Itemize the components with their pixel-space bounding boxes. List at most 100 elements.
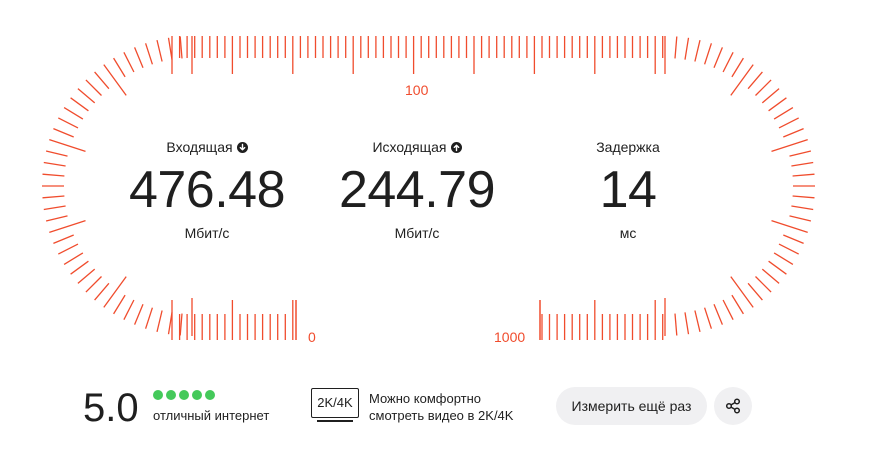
rating-dots (153, 390, 215, 400)
scale-tick (755, 79, 772, 96)
tv-4k-icon: 2K/4K (311, 388, 359, 424)
scale-tick (77, 268, 96, 284)
rating-dot (153, 390, 163, 400)
scale-tick (731, 57, 744, 78)
scale-tick (703, 43, 713, 65)
scale-tick (113, 57, 126, 78)
scale-tick (694, 310, 701, 333)
scale-tick (49, 219, 86, 234)
latency-value: 14 (599, 161, 657, 219)
scale-tick (133, 47, 144, 68)
scale-tick (94, 71, 110, 90)
scale-label-1000: 1000 (494, 329, 526, 345)
scale-label-0: 0 (308, 329, 316, 345)
scale-tick (674, 313, 678, 336)
scale-tick (77, 88, 96, 104)
scale-tick (761, 268, 780, 284)
scale-tick (755, 276, 772, 293)
rating-score: 5.0 (83, 386, 139, 430)
share-icon (725, 398, 741, 414)
scale-tick (70, 97, 89, 112)
scale-tick (778, 243, 799, 255)
scale-tick (713, 304, 724, 325)
rating-dot (205, 390, 215, 400)
scale-tick (747, 71, 763, 90)
scale-tick (730, 276, 754, 308)
download-label: Входящая (166, 139, 233, 155)
retry-test-button[interactable]: Измерить ещё раз (556, 387, 707, 425)
scale-tick (722, 299, 734, 320)
scale-tick (684, 37, 690, 60)
scale-tick (747, 282, 763, 301)
scale-tick (792, 195, 815, 199)
scale-tick (730, 64, 754, 96)
share-button[interactable] (714, 387, 752, 425)
scale-tick (713, 47, 724, 68)
scale-tick (768, 260, 787, 275)
scale-tick (63, 252, 84, 265)
scale-tick (85, 79, 102, 96)
download-value: 476.48 (128, 161, 286, 219)
scale-tick (103, 64, 127, 96)
scale-tick (768, 97, 787, 112)
scale-tick (761, 88, 780, 104)
rating-dot (166, 390, 176, 400)
scale-tick (63, 107, 84, 120)
scale-tick (179, 36, 183, 59)
scale-tick (722, 52, 734, 73)
results-footer: 5.0 отличный интернет 2K/4K Можно комфор… (0, 380, 877, 440)
download-unit: Мбит/с (184, 225, 230, 241)
scale-tick (133, 304, 144, 325)
scale-tick (42, 173, 65, 177)
upload-label: Исходящая (372, 139, 447, 155)
video-quality-badge: 2K/4K (311, 388, 359, 418)
scale-tick (773, 252, 794, 265)
scale-tick (58, 243, 79, 255)
upload-value: 244.79 (338, 161, 496, 219)
scale-tick (783, 127, 804, 138)
upload-metric: Исходящая 244.79 Мбит/с (307, 138, 527, 242)
scale-tick (70, 260, 89, 275)
scale-tick (43, 161, 66, 167)
video-text-line2: смотреть видео в 2K/4K (369, 408, 514, 423)
scale-tick (49, 138, 86, 153)
scale-label-100: 100 (405, 82, 429, 98)
scale-tick (58, 117, 79, 129)
scale-tick (771, 138, 808, 153)
scale-tick (792, 173, 815, 177)
scale-tick (45, 215, 68, 222)
download-metric: Входящая 476.48 Мбит/с (97, 138, 317, 242)
scale-tick (144, 43, 154, 65)
scale-tick (144, 307, 154, 329)
scale-tick (771, 219, 808, 234)
scale-tick (53, 127, 74, 138)
scale-tick (53, 234, 74, 245)
scale-tick (45, 150, 68, 157)
scale-tick (85, 276, 102, 293)
latency-unit: мс (619, 225, 637, 241)
scale-tick (42, 195, 65, 199)
scale-tick (123, 299, 135, 320)
scale-tick (43, 205, 66, 211)
scale-tick (694, 39, 701, 62)
video-quality-text: Можно комфортно смотреть видео в 2K/4K (369, 390, 539, 424)
rating-dot (179, 390, 189, 400)
scale-tick (156, 39, 163, 62)
scale-tick (684, 312, 690, 335)
scale-tick (123, 52, 135, 73)
scale-tick (731, 294, 744, 315)
scale-tick (103, 276, 127, 308)
rating-text: отличный интернет (153, 408, 270, 423)
arrow-up-circle-icon (450, 141, 462, 153)
scale-tick (94, 282, 110, 301)
latency-label: Задержка (596, 139, 660, 155)
scale-tick (791, 205, 814, 211)
scale-tick (789, 150, 812, 157)
arrow-down-circle-icon (236, 141, 248, 153)
upload-unit: Мбит/с (394, 225, 440, 241)
scale-tick (791, 161, 814, 167)
scale-tick (778, 117, 799, 129)
scale-tick (703, 307, 713, 329)
latency-metric: Задержка 14 мс (518, 138, 738, 242)
scale-tick (179, 313, 183, 336)
